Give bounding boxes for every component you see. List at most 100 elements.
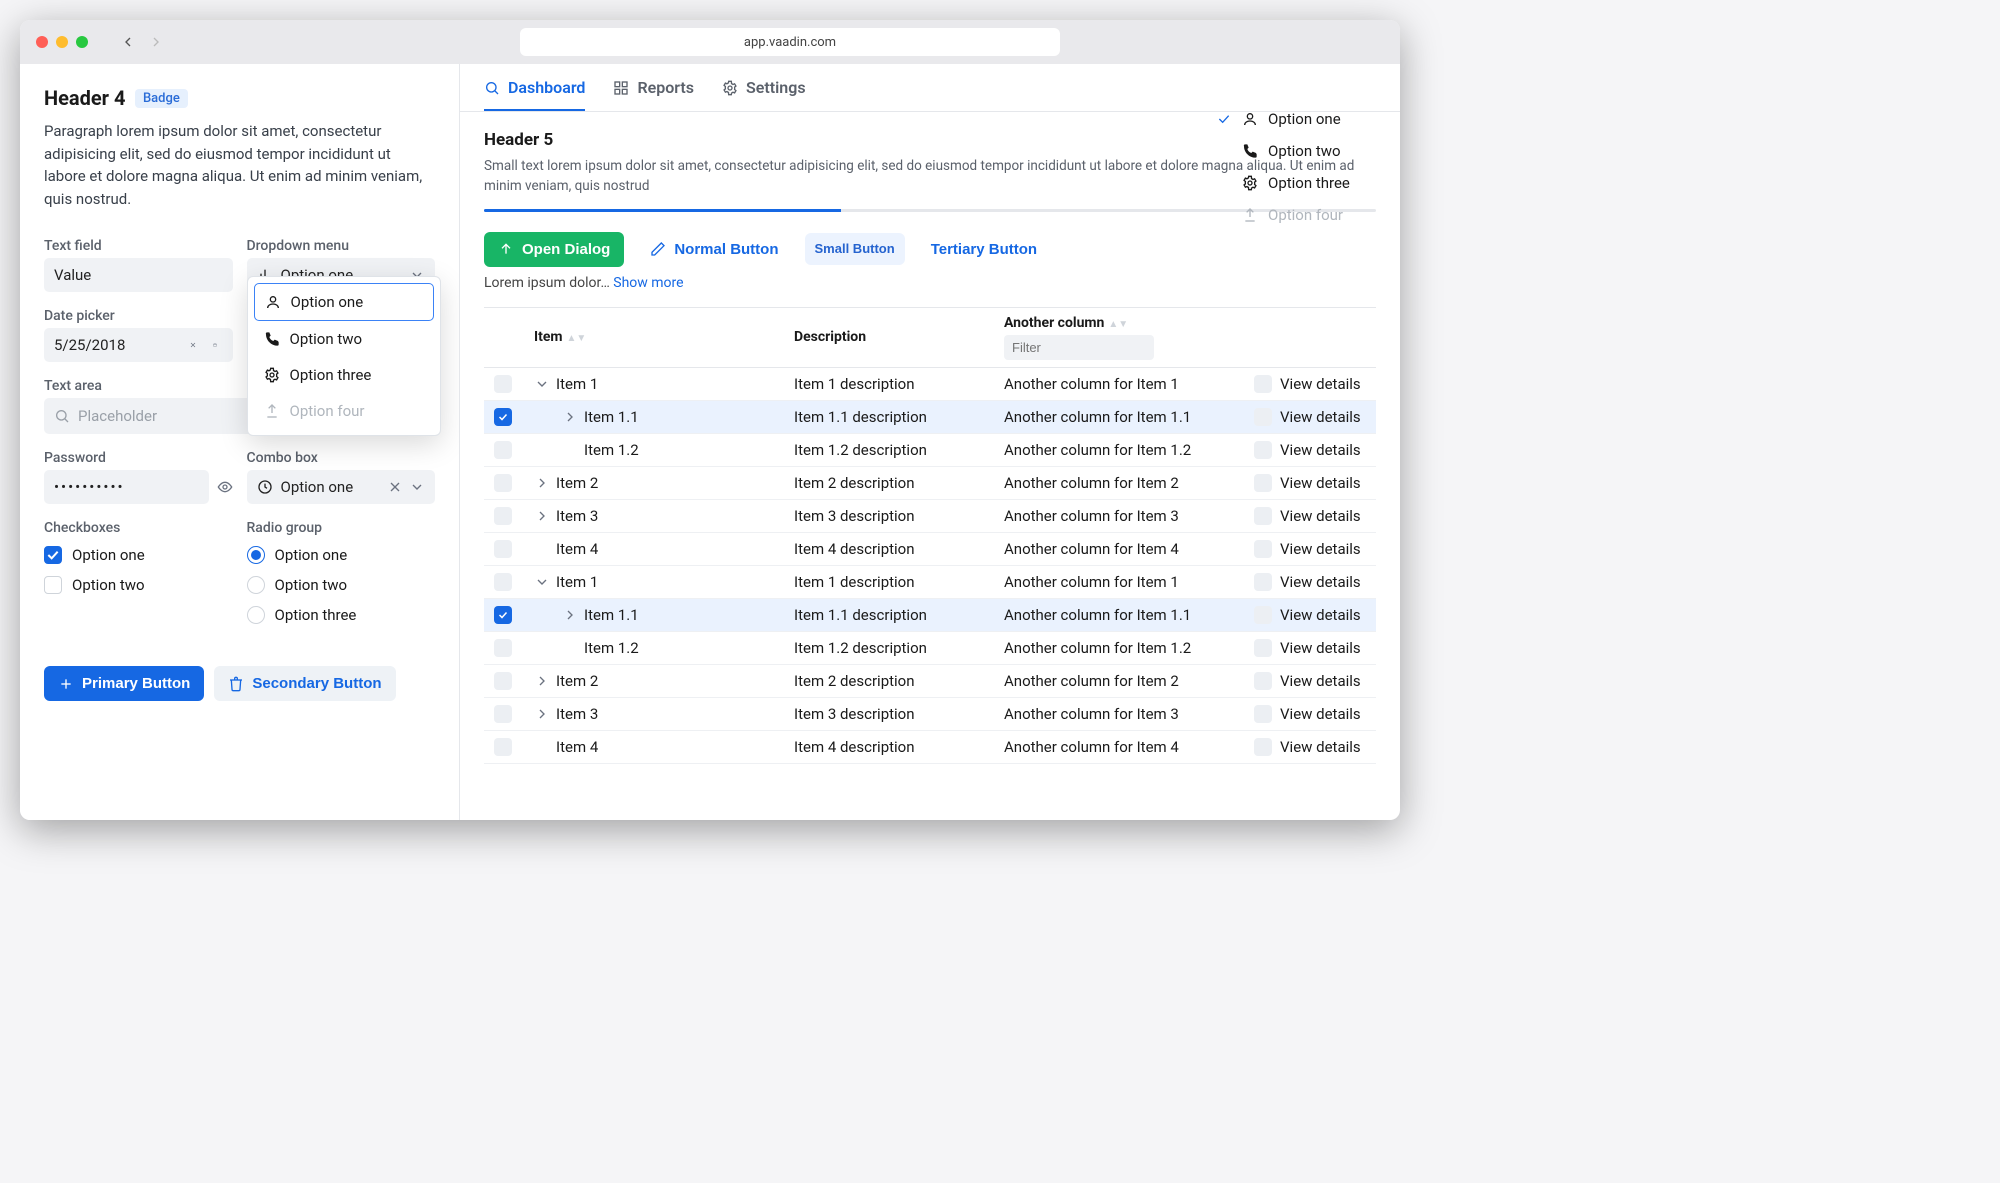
view-checkbox[interactable] — [1254, 408, 1272, 426]
view-details-link[interactable]: View details — [1280, 573, 1361, 591]
view-details-link[interactable]: View details — [1280, 408, 1361, 426]
view-details-link[interactable]: View details — [1280, 375, 1361, 393]
minimize-window[interactable] — [56, 36, 68, 48]
filter-input[interactable] — [1004, 335, 1154, 360]
text-field[interactable]: Value — [44, 258, 233, 292]
tree-toggle-icon[interactable] — [534, 508, 550, 524]
maximize-window[interactable] — [76, 36, 88, 48]
tab-dashboard[interactable]: Dashboard — [484, 78, 585, 111]
view-checkbox[interactable] — [1254, 672, 1272, 690]
open-dialog-button[interactable]: Open Dialog — [484, 232, 624, 267]
tree-toggle-icon[interactable] — [534, 376, 550, 392]
normal-button[interactable]: Normal Button — [636, 232, 792, 267]
radio-option-one[interactable]: Option one — [247, 546, 436, 564]
view-checkbox[interactable] — [1254, 606, 1272, 624]
row-checkbox[interactable] — [494, 606, 512, 624]
row-checkbox[interactable] — [494, 672, 512, 690]
small-button[interactable]: Small Button — [805, 233, 905, 265]
tree-toggle-icon[interactable] — [534, 475, 550, 491]
dropdown-option-three[interactable]: Option three — [254, 357, 435, 393]
table-row[interactable]: Item 1.2Item 1.2 descriptionAnother colu… — [484, 434, 1376, 467]
view-checkbox[interactable] — [1254, 474, 1272, 492]
row-checkbox[interactable] — [494, 441, 512, 459]
option-three[interactable]: Option three — [1216, 174, 1366, 192]
view-checkbox[interactable] — [1254, 507, 1272, 525]
calendar-icon[interactable] — [207, 337, 223, 353]
table-row[interactable]: Item 1Item 1 descriptionAnother column f… — [484, 566, 1376, 599]
table-row[interactable]: Item 4Item 4 descriptionAnother column f… — [484, 731, 1376, 764]
row-checkbox[interactable] — [494, 705, 512, 723]
nav-forward[interactable] — [144, 30, 168, 54]
table-row[interactable]: Item 2Item 2 descriptionAnother column f… — [484, 665, 1376, 698]
view-details-link[interactable]: View details — [1280, 540, 1361, 558]
view-details-link[interactable]: View details — [1280, 507, 1361, 525]
secondary-button[interactable]: Secondary Button — [214, 666, 395, 701]
sort-icon[interactable]: ▲▼ — [1108, 319, 1128, 330]
table-row[interactable]: Item 1.2Item 1.2 descriptionAnother colu… — [484, 632, 1376, 665]
row-checkbox[interactable] — [494, 375, 512, 393]
table-row[interactable]: Item 4Item 4 descriptionAnother column f… — [484, 533, 1376, 566]
nav-back[interactable] — [116, 30, 140, 54]
row-checkbox[interactable] — [494, 474, 512, 492]
dropdown-option-two[interactable]: Option two — [254, 321, 435, 357]
row-checkbox[interactable] — [494, 540, 512, 558]
tab-reports[interactable]: Reports — [613, 78, 694, 111]
tree-toggle-icon[interactable] — [562, 442, 578, 458]
option-one[interactable]: Option one — [1216, 110, 1366, 128]
view-details-link[interactable]: View details — [1280, 738, 1361, 756]
radio-option-three[interactable]: Option three — [247, 606, 436, 624]
option-two[interactable]: Option two — [1216, 142, 1366, 160]
tree-toggle-icon[interactable] — [534, 706, 550, 722]
table-row[interactable]: Item 2Item 2 descriptionAnother column f… — [484, 467, 1376, 500]
view-checkbox[interactable] — [1254, 738, 1272, 756]
row-checkbox[interactable] — [494, 738, 512, 756]
view-details-link[interactable]: View details — [1280, 672, 1361, 690]
password-field[interactable]: •••••••••• — [44, 470, 209, 504]
table-row[interactable]: Item 1Item 1 descriptionAnother column f… — [484, 368, 1376, 401]
view-details-link[interactable]: View details — [1280, 441, 1361, 459]
checkbox-option-one[interactable]: Option one — [44, 546, 233, 564]
tree-toggle-icon[interactable] — [534, 541, 550, 557]
row-checkbox[interactable] — [494, 573, 512, 591]
tree-toggle-icon[interactable] — [562, 409, 578, 425]
row-checkbox[interactable] — [494, 639, 512, 657]
row-checkbox[interactable] — [494, 507, 512, 525]
chevron-down-icon[interactable] — [409, 479, 425, 495]
view-checkbox[interactable] — [1254, 639, 1272, 657]
tree-toggle-icon[interactable] — [534, 739, 550, 755]
combo-box[interactable]: Option one — [247, 470, 436, 504]
eye-icon[interactable] — [217, 479, 233, 495]
tree-toggle-icon[interactable] — [534, 673, 550, 689]
radio-option-two[interactable]: Option two — [247, 576, 436, 594]
view-checkbox[interactable] — [1254, 540, 1272, 558]
table-row[interactable]: Item 3Item 3 descriptionAnother column f… — [484, 698, 1376, 731]
tree-toggle-icon[interactable] — [562, 607, 578, 623]
table-row[interactable]: Item 1.1Item 1.1 descriptionAnother colu… — [484, 401, 1376, 434]
table-row[interactable]: Item 3Item 3 descriptionAnother column f… — [484, 500, 1376, 533]
sort-icon[interactable]: ▲▼ — [567, 333, 587, 344]
tree-toggle-icon[interactable] — [534, 574, 550, 590]
view-details-link[interactable]: View details — [1280, 705, 1361, 723]
tree-toggle-icon[interactable] — [562, 640, 578, 656]
row-checkbox[interactable] — [494, 408, 512, 426]
clear-icon[interactable] — [387, 479, 403, 495]
clear-icon[interactable] — [185, 337, 201, 353]
view-checkbox[interactable] — [1254, 441, 1272, 459]
url-bar[interactable]: app.vaadin.com — [520, 28, 1060, 56]
view-checkbox[interactable] — [1254, 705, 1272, 723]
primary-button[interactable]: Primary Button — [44, 666, 204, 701]
view-checkbox[interactable] — [1254, 573, 1272, 591]
checkbox-option-two[interactable]: Option two — [44, 576, 233, 594]
view-details-link[interactable]: View details — [1280, 474, 1361, 492]
col-description[interactable]: Description — [794, 329, 1004, 345]
tab-settings[interactable]: Settings — [722, 78, 806, 111]
view-details-link[interactable]: View details — [1280, 606, 1361, 624]
view-checkbox[interactable] — [1254, 375, 1272, 393]
dropdown-option-one[interactable]: Option one — [254, 283, 435, 321]
col-another[interactable]: Another column — [1004, 315, 1104, 331]
table-row[interactable]: Item 1.1Item 1.1 descriptionAnother colu… — [484, 599, 1376, 632]
view-details-link[interactable]: View details — [1280, 639, 1361, 657]
close-window[interactable] — [36, 36, 48, 48]
date-picker[interactable]: 5/25/2018 — [44, 328, 233, 362]
tertiary-button[interactable]: Tertiary Button — [917, 232, 1051, 267]
